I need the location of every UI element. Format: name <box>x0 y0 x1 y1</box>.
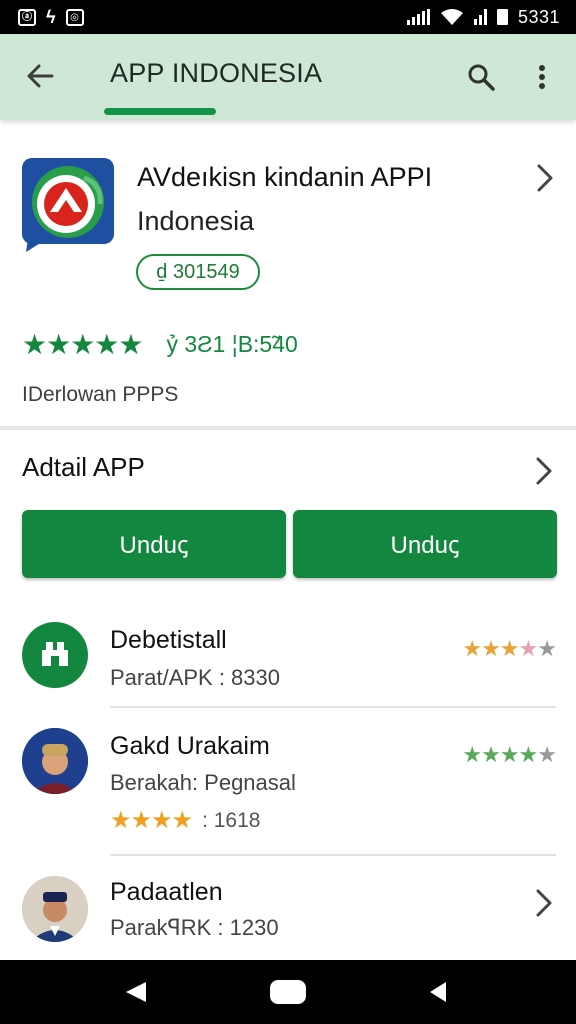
app-logo-icon <box>22 158 114 252</box>
wifi-icon <box>440 9 463 25</box>
person-avatar <box>22 728 88 794</box>
small-rating-count: : 1618 <box>202 808 261 832</box>
battery-icon <box>496 9 508 25</box>
detail-app-row[interactable]: Adtail APP <box>22 452 562 492</box>
list-item-rating: ★★★★★ <box>462 636 557 661</box>
list-item-chevron[interactable] <box>530 886 556 920</box>
chevron-right-icon <box>536 457 552 485</box>
app-name: AVdeıkisn kindanin APPI <box>137 162 433 192</box>
app-bar: APP INDONESIA <box>0 34 576 120</box>
rating-stars: ★★★★★ <box>22 329 144 360</box>
list-item-title: Gakd Urakaim <box>110 732 270 760</box>
app-rating-row: ★★★★★ ỷ 3Ƨ1 ¦B:5̃40 <box>22 328 298 361</box>
rating-count: ỷ 3Ƨ1 ¦B:5̃40 <box>166 331 298 357</box>
detail-label: Adtail APP <box>22 452 145 482</box>
instagram-icon: ◎ <box>65 8 84 26</box>
chevron-right-icon <box>536 889 552 917</box>
section-divider <box>0 426 576 430</box>
small-rating-stars: ★★★★ <box>110 807 193 834</box>
more-options-button[interactable] <box>526 58 558 96</box>
list-item-title: Padaatlen <box>110 878 223 906</box>
nav-back-button[interactable] <box>124 980 148 1009</box>
chevron-right-icon <box>537 164 553 192</box>
size-badge: ḏ 301549 <box>136 254 260 290</box>
notification-icon: ⓐ <box>18 8 36 26</box>
home-icon <box>42 642 68 666</box>
status-left-icons: ⓐ ϟ ◎ <box>18 8 84 26</box>
nav-recent-button[interactable] <box>428 980 448 1009</box>
detail-chevron <box>530 454 556 488</box>
developer-name: IDerlowan PPPS <box>22 383 179 406</box>
person-avatar <box>22 876 88 942</box>
app-name-subtitle: Indonesia <box>137 206 255 236</box>
status-right-icons: 5331 <box>406 6 560 28</box>
search-button[interactable] <box>462 58 500 96</box>
list-item-title: Debetistall <box>110 626 227 654</box>
app-icon[interactable] <box>22 158 114 252</box>
list-item-small-rating: ★★★★ : 1618 <box>110 806 260 835</box>
nav-back-icon <box>126 982 146 1002</box>
avatar <box>22 622 88 688</box>
title-underline <box>104 108 216 115</box>
status-bar: ⓐ ϟ ◎ 5331 <box>0 0 576 34</box>
list-item[interactable]: Debetistall Parat/APK : 8330 ★★★★★ <box>0 600 576 708</box>
list-item-subtitle: Parat/APK : 8330 <box>110 665 280 690</box>
list-item-subtitle: Berakah: Pegnasal <box>110 770 296 795</box>
avatar <box>22 728 88 794</box>
search-icon <box>468 64 495 91</box>
list-item-rating: ★★★★★ <box>462 742 557 767</box>
back-button[interactable] <box>22 58 58 94</box>
lightning-icon: ϟ <box>46 7 56 27</box>
cell-signal-icon <box>473 9 487 25</box>
status-time: 5331 <box>517 6 560 27</box>
page-title: APP INDONESIA <box>110 58 323 88</box>
nav-recent-icon <box>430 982 446 1002</box>
app-details-chevron[interactable] <box>530 161 560 195</box>
arrow-left-icon <box>27 64 54 88</box>
list-item[interactable]: Gakd Urakaim Berakah: Pegnasal ★★★★★ ★★★… <box>0 708 576 856</box>
more-vert-icon <box>539 65 545 89</box>
download-button-1[interactable]: Unduꞔ <box>22 510 286 578</box>
list-item-subtitle: ParakꟼRK : 1230 <box>110 915 279 940</box>
nav-home-button[interactable] <box>270 980 306 1004</box>
navigation-bar <box>0 960 576 1024</box>
signal-icon <box>406 9 430 25</box>
avatar <box>22 876 88 942</box>
download-button-2[interactable]: Unduꞔ <box>293 510 557 578</box>
list-item[interactable]: Padaatlen ParakꟼRK : 1230 <box>0 856 576 960</box>
